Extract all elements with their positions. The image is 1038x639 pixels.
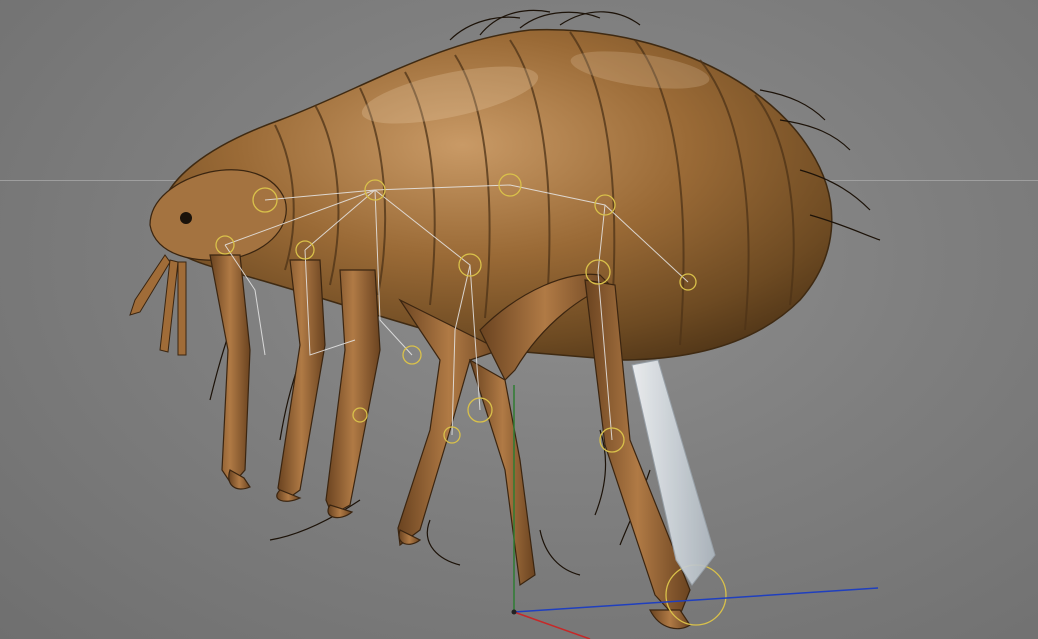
flea-eye bbox=[180, 212, 192, 224]
gizmo-origin bbox=[511, 609, 517, 615]
scene-render[interactable] bbox=[0, 0, 1038, 639]
second-leg bbox=[277, 259, 326, 501]
front-leg bbox=[209, 254, 251, 486]
x-axis bbox=[513, 611, 591, 639]
flea-body[interactable] bbox=[149, 28, 833, 361]
3d-viewport[interactable] bbox=[0, 0, 1038, 639]
z-axis bbox=[513, 587, 879, 613]
third-leg bbox=[325, 269, 381, 516]
flea-antennae bbox=[129, 254, 187, 356]
hind-tibia-1 bbox=[468, 358, 536, 587]
